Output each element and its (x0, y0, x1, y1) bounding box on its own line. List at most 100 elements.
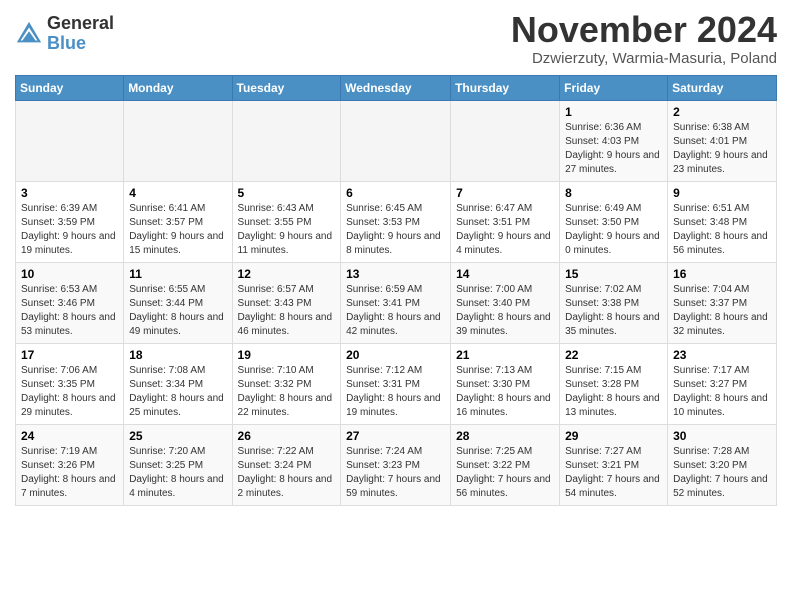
day-detail: Sunrise: 7:06 AM Sunset: 3:35 PM Dayligh… (21, 364, 118, 420)
calendar-day-cell: 5Sunrise: 6:43 AM Sunset: 3:55 PM Daylig… (232, 181, 341, 262)
calendar-day-cell: 2 Sunrise: 6:38 AM Sunset: 4:01 PM Daylig… (668, 100, 777, 181)
day-detail: Sunrise: 6:45 AM Sunset: 3:53 PM Dayligh… (346, 202, 445, 258)
day-number: 4 (129, 186, 226, 200)
calendar: SundayMondayTuesdayWednesdayThursdayFrid… (15, 75, 777, 506)
day-number: 3 (21, 186, 118, 200)
calendar-day-cell: 28 Sunrise: 7:25 AM Sunset: 3:22 PM Dayli… (451, 424, 560, 505)
weekday-header-cell: Friday (560, 75, 668, 100)
calendar-week-row: 3 Sunrise: 6:39 AM Sunset: 3:59 PM Daylig… (16, 181, 777, 262)
day-number: 9 (673, 186, 771, 200)
day-number: 21 (456, 348, 554, 362)
calendar-day-cell: 4 Sunrise: 6:41 AM Sunset: 3:57 PM Daylig… (124, 181, 232, 262)
calendar-day-cell: 17 Sunrise: 7:06 AM Sunset: 3:35 PM Dayli… (16, 343, 124, 424)
day-detail: Sunrise: 7:00 AM Sunset: 3:40 PM Dayligh… (456, 283, 554, 339)
calendar-week-row: 24 Sunrise: 7:19 AM Sunset: 3:26 PM Dayli… (16, 424, 777, 505)
day-number: 20 (346, 348, 445, 362)
day-detail: Sunrise: 6:41 AM Sunset: 3:57 PM Dayligh… (129, 202, 226, 258)
weekday-header-cell: Saturday (668, 75, 777, 100)
day-detail: Sunrise: 6:55 AM Sunset: 3:44 PM Dayligh… (129, 283, 226, 339)
calendar-day-cell: 8 Sunrise: 6:49 AM Sunset: 3:50 PM Daylig… (560, 181, 668, 262)
day-number: 13 (346, 267, 445, 281)
day-detail: Sunrise: 6:53 AM Sunset: 3:46 PM Dayligh… (21, 283, 118, 339)
day-number: 24 (21, 429, 118, 443)
day-number: 26 (238, 429, 336, 443)
weekday-header-cell: Sunday (16, 75, 124, 100)
calendar-day-cell: 7Sunrise: 6:47 AM Sunset: 3:51 PM Daylig… (451, 181, 560, 262)
day-number: 30 (673, 429, 771, 443)
calendar-day-cell: 23Sunrise: 7:17 AM Sunset: 3:27 PM Dayli… (668, 343, 777, 424)
calendar-day-cell: 9Sunrise: 6:51 AM Sunset: 3:48 PM Daylig… (668, 181, 777, 262)
day-detail: Sunrise: 7:10 AM Sunset: 3:32 PM Dayligh… (238, 364, 336, 420)
day-detail: Sunrise: 6:47 AM Sunset: 3:51 PM Dayligh… (456, 202, 554, 258)
day-detail: Sunrise: 7:13 AM Sunset: 3:30 PM Dayligh… (456, 364, 554, 420)
calendar-day-cell: 27 Sunrise: 7:24 AM Sunset: 3:23 PM Dayli… (341, 424, 451, 505)
day-number: 14 (456, 267, 554, 281)
day-number: 27 (346, 429, 445, 443)
day-number: 19 (238, 348, 336, 362)
day-detail: Sunrise: 6:38 AM Sunset: 4:01 PM Dayligh… (673, 121, 771, 177)
calendar-day-cell (451, 100, 560, 181)
calendar-day-cell: 16Sunrise: 7:04 AM Sunset: 3:37 PM Dayli… (668, 262, 777, 343)
day-number: 28 (456, 429, 554, 443)
day-number: 15 (565, 267, 662, 281)
calendar-day-cell (124, 100, 232, 181)
weekday-header-row: SundayMondayTuesdayWednesdayThursdayFrid… (16, 75, 777, 100)
calendar-week-row: 17 Sunrise: 7:06 AM Sunset: 3:35 PM Dayli… (16, 343, 777, 424)
calendar-day-cell: 30 Sunrise: 7:28 AM Sunset: 3:20 PM Dayli… (668, 424, 777, 505)
calendar-day-cell: 18Sunrise: 7:08 AM Sunset: 3:34 PM Dayli… (124, 343, 232, 424)
day-number: 8 (565, 186, 662, 200)
calendar-day-cell: 21 Sunrise: 7:13 AM Sunset: 3:30 PM Dayli… (451, 343, 560, 424)
day-number: 12 (238, 267, 336, 281)
day-detail: Sunrise: 6:43 AM Sunset: 3:55 PM Dayligh… (238, 202, 336, 258)
calendar-day-cell: 6 Sunrise: 6:45 AM Sunset: 3:53 PM Daylig… (341, 181, 451, 262)
day-number: 1 (565, 105, 662, 119)
day-number: 2 (673, 105, 771, 119)
day-detail: Sunrise: 7:19 AM Sunset: 3:26 PM Dayligh… (21, 445, 118, 501)
weekday-header-cell: Wednesday (341, 75, 451, 100)
day-detail: Sunrise: 7:27 AM Sunset: 3:21 PM Dayligh… (565, 445, 662, 501)
day-detail: Sunrise: 7:02 AM Sunset: 3:38 PM Dayligh… (565, 283, 662, 339)
day-detail: Sunrise: 7:04 AM Sunset: 3:37 PM Dayligh… (673, 283, 771, 339)
day-detail: Sunrise: 7:25 AM Sunset: 3:22 PM Dayligh… (456, 445, 554, 501)
calendar-body: 1Sunrise: 6:36 AM Sunset: 4:03 PM Daylig… (16, 100, 777, 505)
logo-icon (15, 20, 43, 48)
calendar-day-cell: 22Sunrise: 7:15 AM Sunset: 3:28 PM Dayli… (560, 343, 668, 424)
weekday-header-cell: Monday (124, 75, 232, 100)
calendar-day-cell: 26 Sunrise: 7:22 AM Sunset: 3:24 PM Dayli… (232, 424, 341, 505)
day-detail: Sunrise: 7:24 AM Sunset: 3:23 PM Dayligh… (346, 445, 445, 501)
calendar-day-cell: 11Sunrise: 6:55 AM Sunset: 3:44 PM Dayli… (124, 262, 232, 343)
calendar-day-cell: 12 Sunrise: 6:57 AM Sunset: 3:43 PM Dayli… (232, 262, 341, 343)
calendar-day-cell: 3 Sunrise: 6:39 AM Sunset: 3:59 PM Daylig… (16, 181, 124, 262)
calendar-day-cell: 25 Sunrise: 7:20 AM Sunset: 3:25 PM Dayli… (124, 424, 232, 505)
page-title: November 2024 (511, 10, 777, 50)
day-detail: Sunrise: 6:49 AM Sunset: 3:50 PM Dayligh… (565, 202, 662, 258)
day-detail: Sunrise: 7:28 AM Sunset: 3:20 PM Dayligh… (673, 445, 771, 501)
calendar-day-cell (232, 100, 341, 181)
calendar-week-row: 1Sunrise: 6:36 AM Sunset: 4:03 PM Daylig… (16, 100, 777, 181)
calendar-day-cell: 14 Sunrise: 7:00 AM Sunset: 3:40 PM Dayli… (451, 262, 560, 343)
logo-line2: Blue (47, 34, 114, 54)
day-detail: Sunrise: 6:39 AM Sunset: 3:59 PM Dayligh… (21, 202, 118, 258)
day-detail: Sunrise: 7:12 AM Sunset: 3:31 PM Dayligh… (346, 364, 445, 420)
day-number: 25 (129, 429, 226, 443)
day-detail: Sunrise: 6:57 AM Sunset: 3:43 PM Dayligh… (238, 283, 336, 339)
day-detail: Sunrise: 7:15 AM Sunset: 3:28 PM Dayligh… (565, 364, 662, 420)
calendar-day-cell (341, 100, 451, 181)
calendar-day-cell: 20 Sunrise: 7:12 AM Sunset: 3:31 PM Dayli… (341, 343, 451, 424)
weekday-header-cell: Thursday (451, 75, 560, 100)
logo: General Blue (15, 14, 114, 54)
day-number: 17 (21, 348, 118, 362)
calendar-day-cell (16, 100, 124, 181)
calendar-day-cell: 19 Sunrise: 7:10 AM Sunset: 3:32 PM Dayli… (232, 343, 341, 424)
logo-text: General Blue (47, 14, 114, 54)
logo-line1: General (47, 14, 114, 34)
day-detail: Sunrise: 7:20 AM Sunset: 3:25 PM Dayligh… (129, 445, 226, 501)
day-number: 6 (346, 186, 445, 200)
day-detail: Sunrise: 7:22 AM Sunset: 3:24 PM Dayligh… (238, 445, 336, 501)
day-number: 23 (673, 348, 771, 362)
calendar-day-cell: 15 Sunrise: 7:02 AM Sunset: 3:38 PM Dayli… (560, 262, 668, 343)
calendar-day-cell: 1Sunrise: 6:36 AM Sunset: 4:03 PM Daylig… (560, 100, 668, 181)
day-detail: Sunrise: 6:59 AM Sunset: 3:41 PM Dayligh… (346, 283, 445, 339)
day-detail: Sunrise: 7:08 AM Sunset: 3:34 PM Dayligh… (129, 364, 226, 420)
calendar-day-cell: 13 Sunrise: 6:59 AM Sunset: 3:41 PM Dayli… (341, 262, 451, 343)
